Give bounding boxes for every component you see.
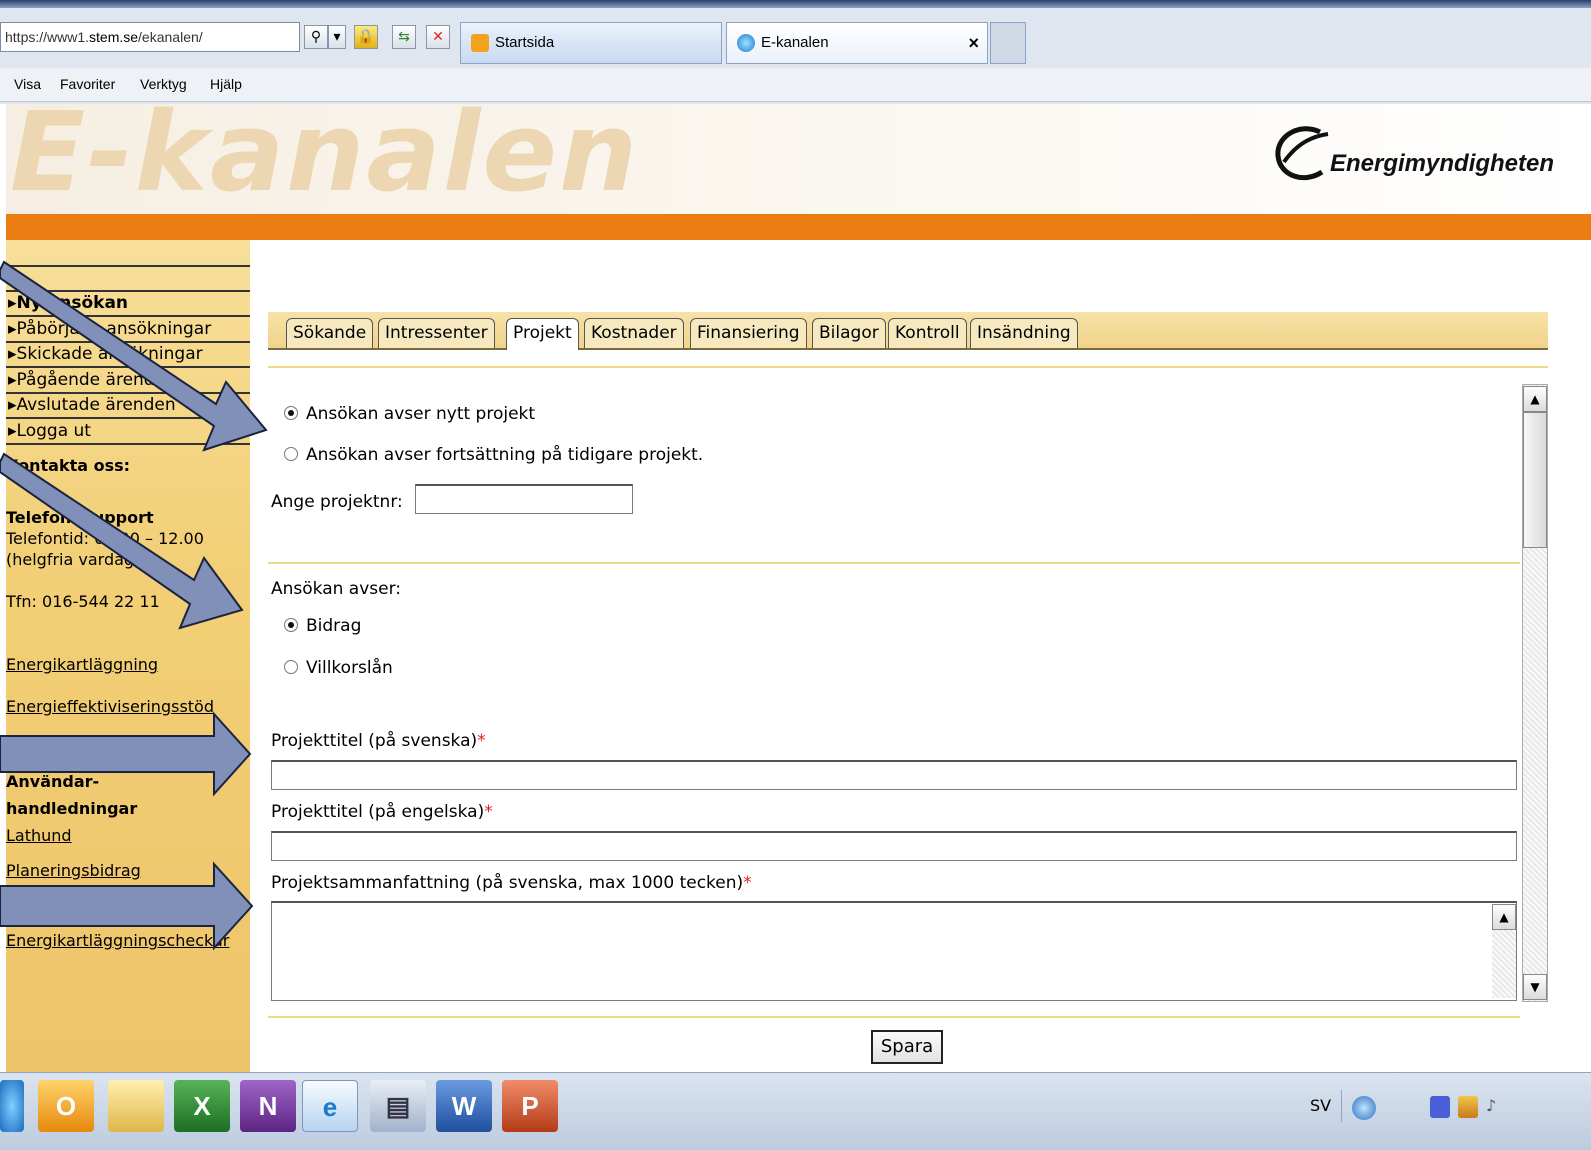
label-title-sv-text: Projekttitel (på svenska)	[271, 731, 478, 751]
folder-icon[interactable]	[108, 1080, 164, 1132]
tab-insandning[interactable]: Insändning	[970, 318, 1078, 348]
nav-avslutade[interactable]: ▸Avslutade ärenden	[6, 394, 250, 419]
new-tab-button[interactable]	[990, 22, 1026, 64]
excel-icon[interactable]: X	[174, 1080, 230, 1132]
home-icon	[471, 34, 489, 52]
dropdown-icon[interactable]: ▾	[328, 25, 346, 49]
link-energikartlaggningscheckar[interactable]: Energikartläggningscheckar	[6, 931, 229, 950]
url-prefix: https://www1.	[5, 29, 90, 45]
tab-label: E-kanalen	[761, 34, 829, 51]
powerpoint-icon[interactable]: P	[502, 1080, 558, 1132]
window-frame	[0, 0, 1591, 8]
required-mark: *	[477, 731, 486, 751]
nav-pagaende[interactable]: ▸Pågående ärenden	[6, 369, 250, 394]
tab-intressenter[interactable]: Intressenter	[378, 318, 495, 348]
guides-heading-2: handledningar	[6, 799, 138, 818]
energimyndigheten-logo-icon	[1275, 126, 1329, 181]
label-projektnr: Ange projektnr:	[271, 492, 403, 512]
radio-villkorslan[interactable]	[284, 660, 298, 674]
label-summary: Projektsammanfattning (på svenska, max 1…	[271, 873, 752, 893]
nav-ny-ansokan[interactable]: ▸Ny ansökan	[6, 292, 250, 317]
scroll-down-icon[interactable]: ▼	[1523, 974, 1547, 1000]
security-shield-icon[interactable]	[1430, 1096, 1450, 1118]
address-bar[interactable]: https://www1.stem.se/ekanalen/	[0, 22, 300, 52]
language-indicator[interactable]: SV	[1300, 1090, 1342, 1122]
word-icon[interactable]: W	[436, 1080, 492, 1132]
radio-fortsattning[interactable]	[284, 447, 298, 461]
nav-blank-1	[6, 242, 250, 267]
label-title-sv: Projekttitel (på svenska)*	[271, 731, 486, 751]
url-path: /ekanalen/	[138, 29, 203, 45]
stop-icon[interactable]: ✕	[426, 25, 450, 49]
guides-heading: Användar-	[6, 772, 100, 791]
required-mark: *	[743, 873, 752, 893]
tab-e-kanalen[interactable]: E-kanalen ×	[726, 22, 988, 64]
phone-heading: Telefon: support	[6, 508, 154, 527]
network-icon[interactable]	[1458, 1096, 1478, 1118]
logo-text: Energimyndigheten	[1330, 150, 1555, 177]
tab-label: Startsida	[495, 34, 555, 51]
title-sv-input[interactable]	[271, 760, 1517, 790]
tab-kostnader[interactable]: Kostnader	[584, 318, 684, 348]
phone-hours: Telefontid: 09.00 – 12.00	[6, 529, 204, 548]
label-fortsattning: Ansökan avser fortsättning på tidigare p…	[306, 445, 704, 465]
textarea-scroll-up-icon[interactable]: ▲	[1492, 904, 1516, 930]
label-title-en-text: Projekttitel (på engelska)	[271, 802, 485, 822]
tab-startsida[interactable]: Startsida	[460, 22, 722, 64]
divider	[268, 366, 1548, 368]
label-bidrag: Bidrag	[306, 616, 362, 636]
url-host: stem.se	[89, 29, 139, 45]
site-title: E-kanalen	[10, 88, 640, 216]
ie-partial-icon[interactable]	[0, 1080, 24, 1132]
internet-explorer-icon[interactable]: e	[302, 1080, 358, 1132]
title-en-input[interactable]	[271, 831, 1517, 861]
tab-kontroll[interactable]: Kontroll	[888, 318, 967, 348]
label-summary-text: Projektsammanfattning (på svenska, max 1…	[271, 873, 744, 893]
link-energikartlaggning[interactable]: Energikartläggning	[6, 655, 158, 674]
scroll-thumb[interactable]	[1523, 412, 1547, 548]
required-mark: *	[484, 802, 493, 822]
refresh-icon[interactable]: ⇆	[392, 25, 416, 49]
close-tab-icon[interactable]: ×	[968, 23, 979, 63]
label-title-en: Projekttitel (på engelska)*	[271, 802, 493, 822]
nav-blank-2	[6, 267, 250, 292]
summary-textarea[interactable]	[271, 901, 1517, 1001]
divider	[268, 562, 1520, 564]
radio-nytt-projekt[interactable]	[284, 406, 298, 420]
language-bar-icon[interactable]	[1352, 1096, 1376, 1120]
outlook-icon[interactable]: O	[38, 1080, 94, 1132]
tab-bilagor[interactable]: Bilagor	[812, 318, 886, 348]
search-icon[interactable]: ⚲	[304, 25, 328, 49]
window-icon[interactable]: ▤	[370, 1080, 426, 1132]
nav-logga-ut[interactable]: ▸Logga ut	[6, 420, 250, 445]
label-ansokan-avser: Ansökan avser:	[271, 579, 402, 599]
divider	[268, 1016, 1520, 1018]
link-lathund[interactable]: Lathund	[6, 826, 72, 845]
orange-bar	[6, 214, 1591, 240]
ie-icon	[737, 34, 755, 52]
scroll-up-icon[interactable]: ▲	[1523, 386, 1547, 412]
label-villkorslan: Villkorslån	[306, 658, 393, 678]
link-energieffektiviseringsstod[interactable]: Energieffektiviseringsstöd	[6, 697, 214, 716]
projektnr-input[interactable]	[415, 484, 633, 514]
radio-bidrag[interactable]	[284, 618, 298, 632]
nav-paborjade[interactable]: ▸Påbörjade ansökningar	[6, 318, 250, 343]
tab-sokande[interactable]: Sökande	[286, 318, 374, 348]
link-planeringsbidrag[interactable]: Planeringsbidrag	[6, 861, 141, 880]
label-nytt-projekt: Ansökan avser nytt projekt	[306, 404, 536, 424]
volume-icon[interactable]: ♪	[1486, 1096, 1508, 1118]
phone-number: Tfn: 016-544 22 11	[6, 592, 160, 611]
lock-icon[interactable]: 🔒	[354, 25, 378, 49]
save-button[interactable]: Spara	[871, 1030, 943, 1064]
phone-days: (helgfria vardagar)	[6, 550, 157, 569]
nav-skickade[interactable]: ▸Skickade ansökningar	[6, 343, 250, 368]
onenote-icon[interactable]: N	[240, 1080, 296, 1132]
tab-finansiering[interactable]: Finansiering	[690, 318, 807, 348]
tab-projekt[interactable]: Projekt	[506, 318, 579, 350]
contact-heading: Kontakta oss:	[6, 456, 131, 475]
